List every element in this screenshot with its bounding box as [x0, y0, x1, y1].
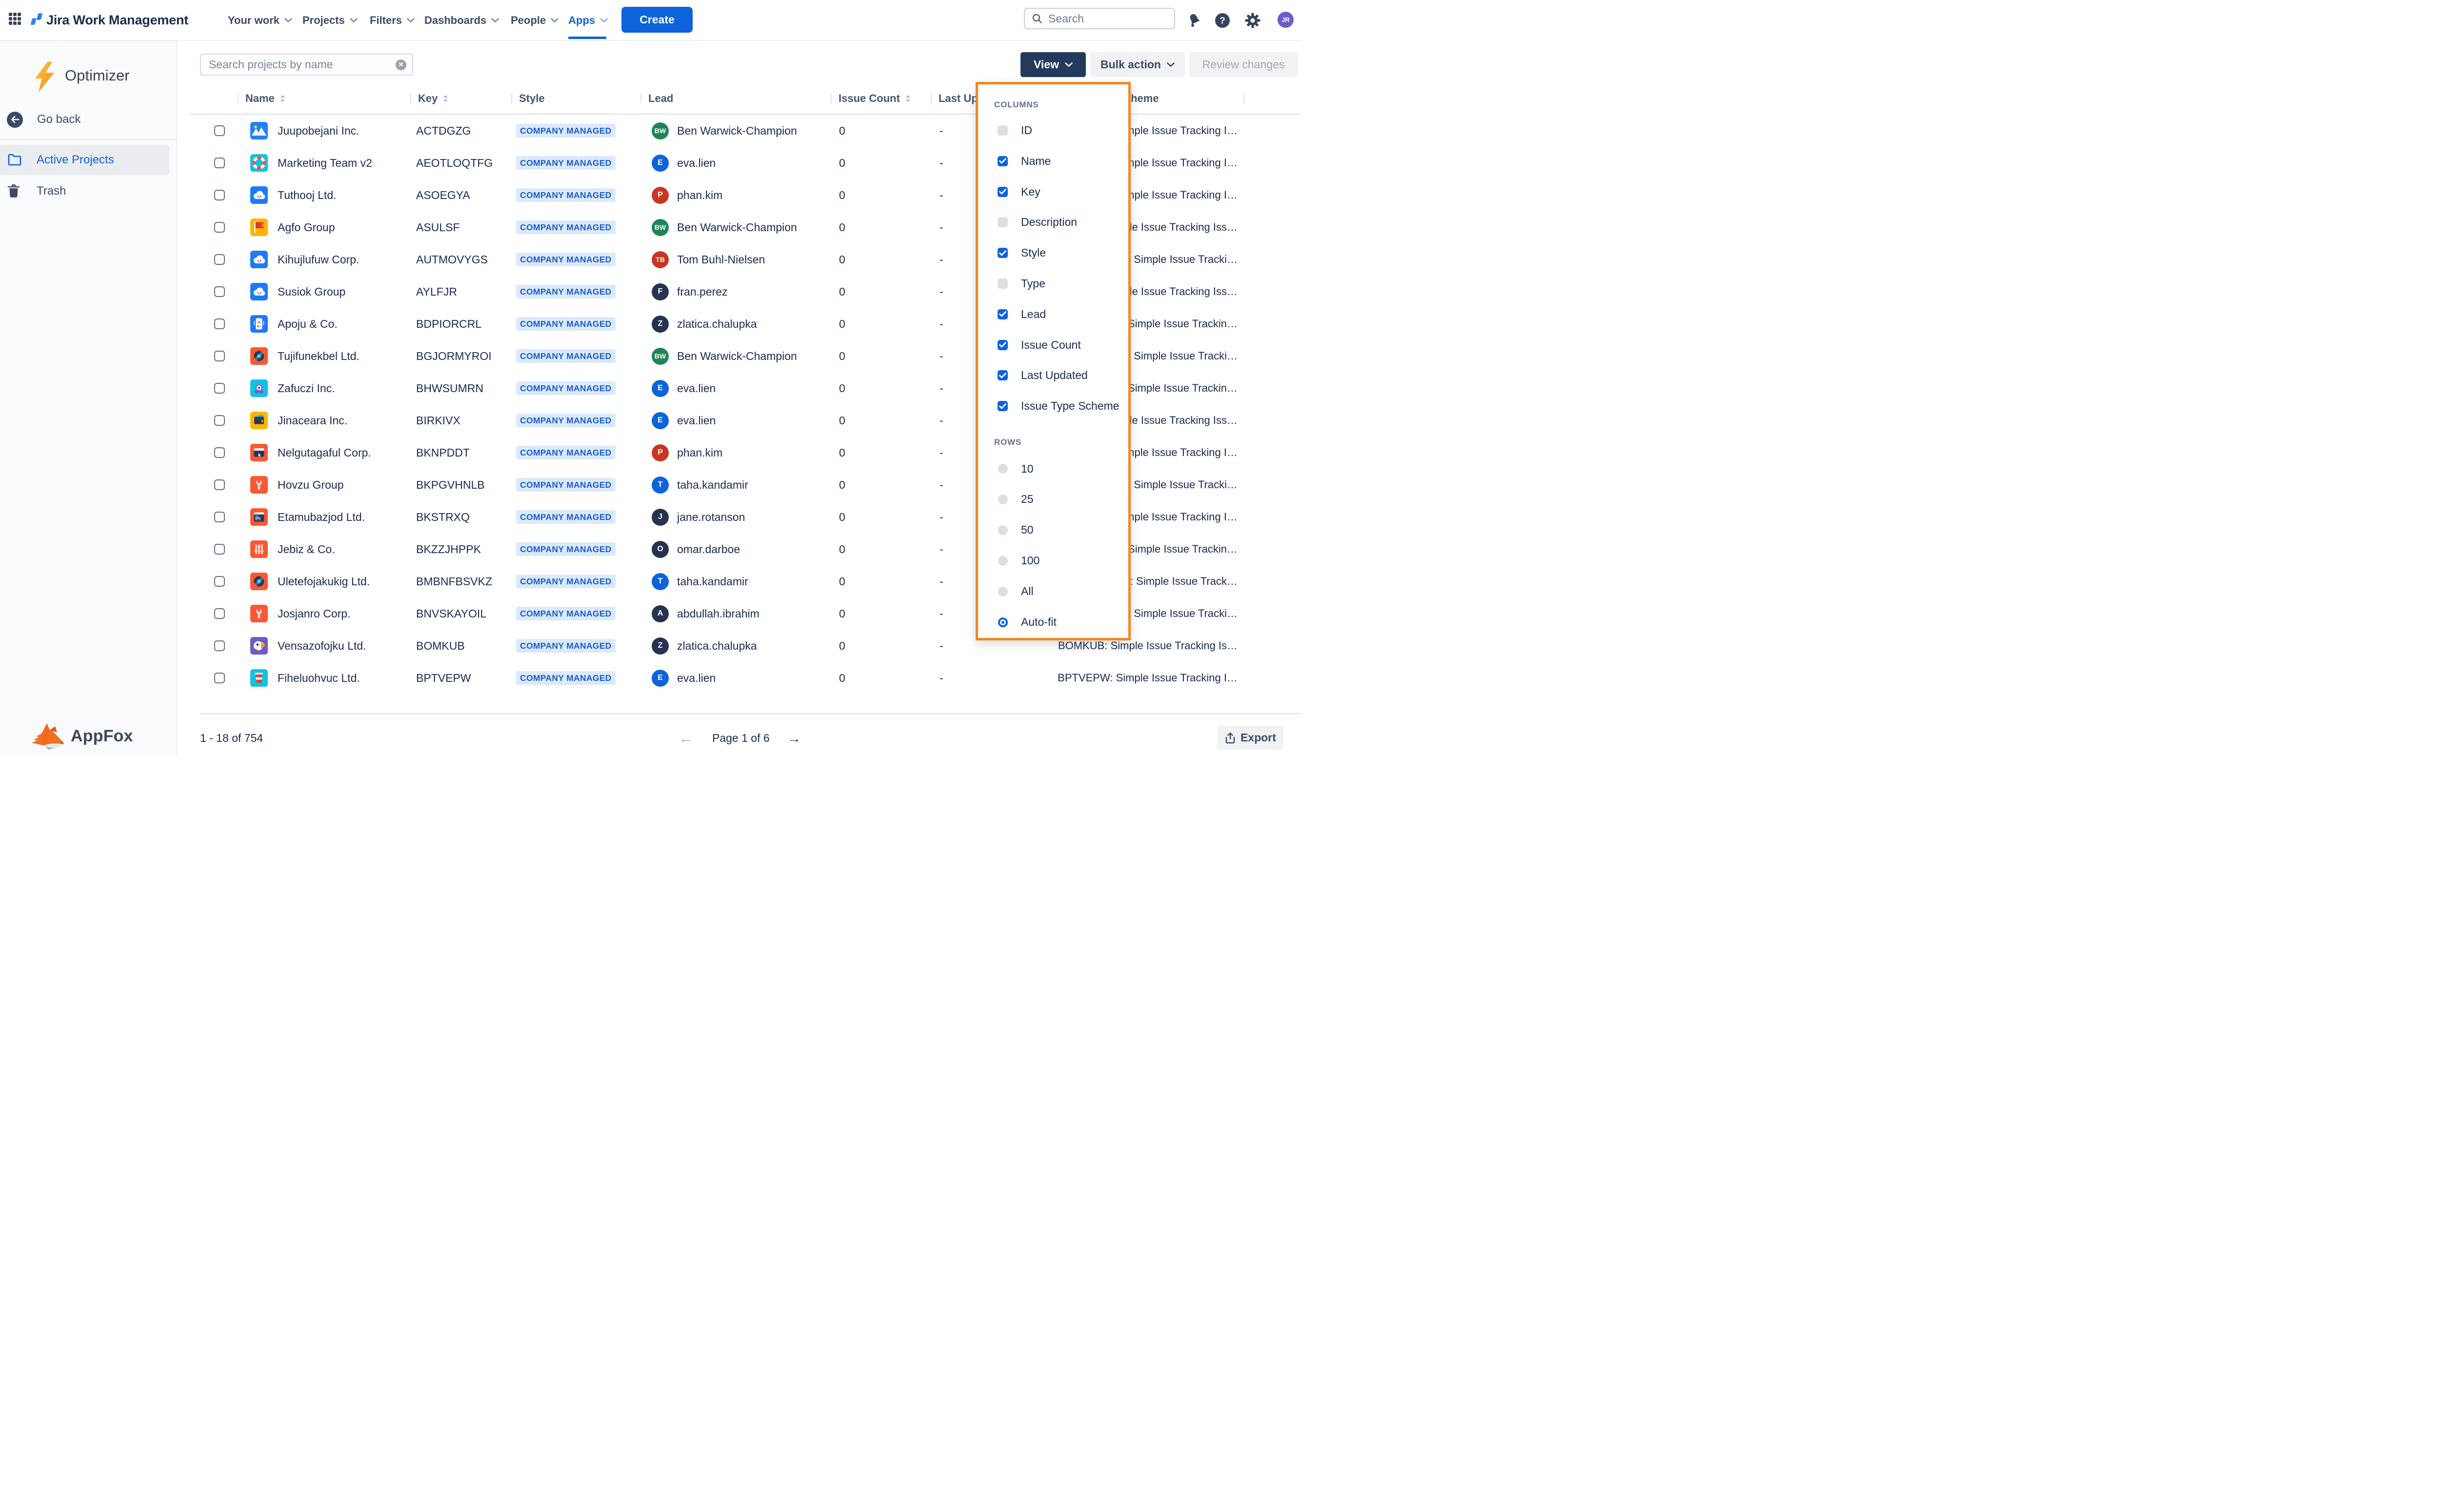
- svg-text:?: ?: [1220, 16, 1225, 26]
